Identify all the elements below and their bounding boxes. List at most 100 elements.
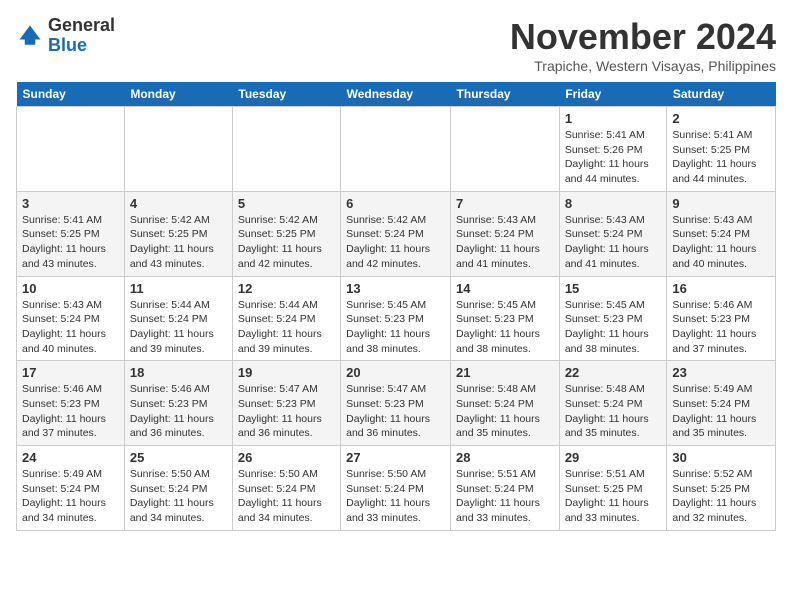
day-number: 18: [130, 365, 227, 380]
logo-icon: [16, 22, 44, 50]
calendar-cell: 23 Sunrise: 5:49 AMSunset: 5:24 PMDayligh…: [667, 361, 776, 446]
day-number: 16: [672, 281, 770, 296]
day-detail: Sunrise: 5:44 AMSunset: 5:24 PMDaylight:…: [130, 298, 227, 357]
title-area: November 2024 Trapiche, Western Visayas,…: [510, 16, 776, 74]
day-number: 24: [22, 450, 119, 465]
month-title: November 2024: [510, 16, 776, 58]
day-detail: Sunrise: 5:50 AMSunset: 5:24 PMDaylight:…: [130, 467, 227, 526]
calendar-cell: 22Sunrise: 5:48 AMSunset: 5:24 PMDayligh…: [559, 361, 667, 446]
calendar-cell: 13 Sunrise: 5:45 AMSunset: 5:23 PMDayligh…: [341, 276, 451, 361]
calendar-cell: 4 Sunrise: 5:42 AMSunset: 5:25 PMDaylight…: [124, 191, 232, 276]
day-detail: Sunrise: 5:41 AMSunset: 5:25 PMDaylight:…: [672, 128, 770, 187]
calendar-cell: 16 Sunrise: 5:46 AMSunset: 5:23 PMDayligh…: [667, 276, 776, 361]
day-number: 20: [346, 365, 445, 380]
day-detail: Sunrise: 5:43 AMSunset: 5:24 PMDaylight:…: [565, 213, 662, 272]
weekday-header-monday: Monday: [124, 82, 232, 107]
week-row-2: 3Sunrise: 5:41 AMSunset: 5:25 PMDaylight…: [17, 191, 776, 276]
day-number: 9: [672, 196, 770, 211]
day-detail: Sunrise: 5:46 AMSunset: 5:23 PMDaylight:…: [130, 382, 227, 441]
day-number: 17: [22, 365, 119, 380]
calendar-cell: 19Sunrise: 5:47 AMSunset: 5:23 PMDayligh…: [232, 361, 340, 446]
day-detail: Sunrise: 5:42 AMSunset: 5:25 PMDaylight:…: [130, 213, 227, 272]
calendar-cell: 2 Sunrise: 5:41 AMSunset: 5:25 PMDaylight…: [667, 107, 776, 192]
day-detail: Sunrise: 5:44 AMSunset: 5:24 PMDaylight:…: [238, 298, 335, 357]
week-row-3: 10 Sunrise: 5:43 AMSunset: 5:24 PMDayligh…: [17, 276, 776, 361]
day-detail: Sunrise: 5:45 AMSunset: 5:23 PMDaylight:…: [346, 298, 445, 357]
day-detail: Sunrise: 5:47 AMSunset: 5:23 PMDaylight:…: [346, 382, 445, 441]
day-detail: Sunrise: 5:46 AMSunset: 5:23 PMDaylight:…: [22, 382, 119, 441]
week-row-1: 1Sunrise: 5:41 AMSunset: 5:26 PMDaylight…: [17, 107, 776, 192]
day-number: 26: [238, 450, 335, 465]
calendar-cell: [451, 107, 560, 192]
day-number: 29: [565, 450, 662, 465]
day-detail: Sunrise: 5:49 AMSunset: 5:24 PMDaylight:…: [672, 382, 770, 441]
day-number: 10: [22, 281, 119, 296]
logo-general-text: General: [48, 15, 115, 35]
day-number: 23: [672, 365, 770, 380]
day-detail: Sunrise: 5:41 AMSunset: 5:26 PMDaylight:…: [565, 128, 662, 187]
day-number: 11: [130, 281, 227, 296]
day-number: 5: [238, 196, 335, 211]
calendar-cell: 30Sunrise: 5:52 AMSunset: 5:25 PMDayligh…: [667, 446, 776, 531]
calendar-cell: 18 Sunrise: 5:46 AMSunset: 5:23 PMDayligh…: [124, 361, 232, 446]
day-number: 25: [130, 450, 227, 465]
header: General Blue November 2024 Trapiche, Wes…: [16, 16, 776, 74]
day-detail: Sunrise: 5:52 AMSunset: 5:25 PMDaylight:…: [672, 467, 770, 526]
day-detail: Sunrise: 5:43 AMSunset: 5:24 PMDaylight:…: [456, 213, 554, 272]
day-number: 12: [238, 281, 335, 296]
calendar-cell: 21 Sunrise: 5:48 AMSunset: 5:24 PMDayligh…: [451, 361, 560, 446]
calendar-cell: 7Sunrise: 5:43 AMSunset: 5:24 PMDaylight…: [451, 191, 560, 276]
day-number: 15: [565, 281, 662, 296]
day-detail: Sunrise: 5:43 AMSunset: 5:24 PMDaylight:…: [22, 298, 119, 357]
calendar-table: SundayMondayTuesdayWednesdayThursdayFrid…: [16, 82, 776, 531]
week-row-5: 24 Sunrise: 5:49 AMSunset: 5:24 PMDayligh…: [17, 446, 776, 531]
day-detail: Sunrise: 5:51 AMSunset: 5:25 PMDaylight:…: [565, 467, 662, 526]
day-detail: Sunrise: 5:49 AMSunset: 5:24 PMDaylight:…: [22, 467, 119, 526]
calendar-cell: 5 Sunrise: 5:42 AMSunset: 5:25 PMDaylight…: [232, 191, 340, 276]
day-number: 27: [346, 450, 445, 465]
logo: General Blue: [16, 16, 115, 56]
day-detail: Sunrise: 5:51 AMSunset: 5:24 PMDaylight:…: [456, 467, 554, 526]
day-detail: Sunrise: 5:48 AMSunset: 5:24 PMDaylight:…: [456, 382, 554, 441]
calendar-cell: 26 Sunrise: 5:50 AMSunset: 5:24 PMDayligh…: [232, 446, 340, 531]
calendar-cell: 1Sunrise: 5:41 AMSunset: 5:26 PMDaylight…: [559, 107, 667, 192]
day-detail: Sunrise: 5:42 AMSunset: 5:25 PMDaylight:…: [238, 213, 335, 272]
day-detail: Sunrise: 5:46 AMSunset: 5:23 PMDaylight:…: [672, 298, 770, 357]
day-number: 8: [565, 196, 662, 211]
calendar-cell: 29 Sunrise: 5:51 AMSunset: 5:25 PMDayligh…: [559, 446, 667, 531]
day-number: 28: [456, 450, 554, 465]
day-detail: Sunrise: 5:45 AMSunset: 5:23 PMDaylight:…: [456, 298, 554, 357]
calendar-cell: 10 Sunrise: 5:43 AMSunset: 5:24 PMDayligh…: [17, 276, 125, 361]
calendar-cell: [124, 107, 232, 192]
calendar-cell: 17 Sunrise: 5:46 AMSunset: 5:23 PMDayligh…: [17, 361, 125, 446]
weekday-header-thursday: Thursday: [451, 82, 560, 107]
day-number: 2: [672, 111, 770, 126]
weekday-header-sunday: Sunday: [17, 82, 125, 107]
calendar-cell: 14 Sunrise: 5:45 AMSunset: 5:23 PMDayligh…: [451, 276, 560, 361]
weekday-header-tuesday: Tuesday: [232, 82, 340, 107]
calendar-cell: [17, 107, 125, 192]
calendar-cell: 25 Sunrise: 5:50 AMSunset: 5:24 PMDayligh…: [124, 446, 232, 531]
weekday-header-friday: Friday: [559, 82, 667, 107]
calendar-cell: 12 Sunrise: 5:44 AMSunset: 5:24 PMDayligh…: [232, 276, 340, 361]
calendar-cell: [232, 107, 340, 192]
calendar-cell: 11 Sunrise: 5:44 AMSunset: 5:24 PMDayligh…: [124, 276, 232, 361]
day-number: 14: [456, 281, 554, 296]
day-number: 21: [456, 365, 554, 380]
day-detail: Sunrise: 5:50 AMSunset: 5:24 PMDaylight:…: [238, 467, 335, 526]
day-number: 6: [346, 196, 445, 211]
logo-blue-text: Blue: [48, 35, 87, 55]
week-row-4: 17 Sunrise: 5:46 AMSunset: 5:23 PMDayligh…: [17, 361, 776, 446]
day-number: 4: [130, 196, 227, 211]
calendar-cell: 3Sunrise: 5:41 AMSunset: 5:25 PMDaylight…: [17, 191, 125, 276]
day-detail: Sunrise: 5:41 AMSunset: 5:25 PMDaylight:…: [22, 213, 119, 272]
calendar-cell: 20 Sunrise: 5:47 AMSunset: 5:23 PMDayligh…: [341, 361, 451, 446]
weekday-header-wednesday: Wednesday: [341, 82, 451, 107]
calendar-cell: 28 Sunrise: 5:51 AMSunset: 5:24 PMDayligh…: [451, 446, 560, 531]
location: Trapiche, Western Visayas, Philippines: [510, 58, 776, 74]
weekday-header-saturday: Saturday: [667, 82, 776, 107]
day-number: 13: [346, 281, 445, 296]
calendar-cell: 9Sunrise: 5:43 AMSunset: 5:24 PMDaylight…: [667, 191, 776, 276]
weekday-header-row: SundayMondayTuesdayWednesdayThursdayFrid…: [17, 82, 776, 107]
day-detail: Sunrise: 5:48 AMSunset: 5:24 PMDaylight:…: [565, 382, 662, 441]
